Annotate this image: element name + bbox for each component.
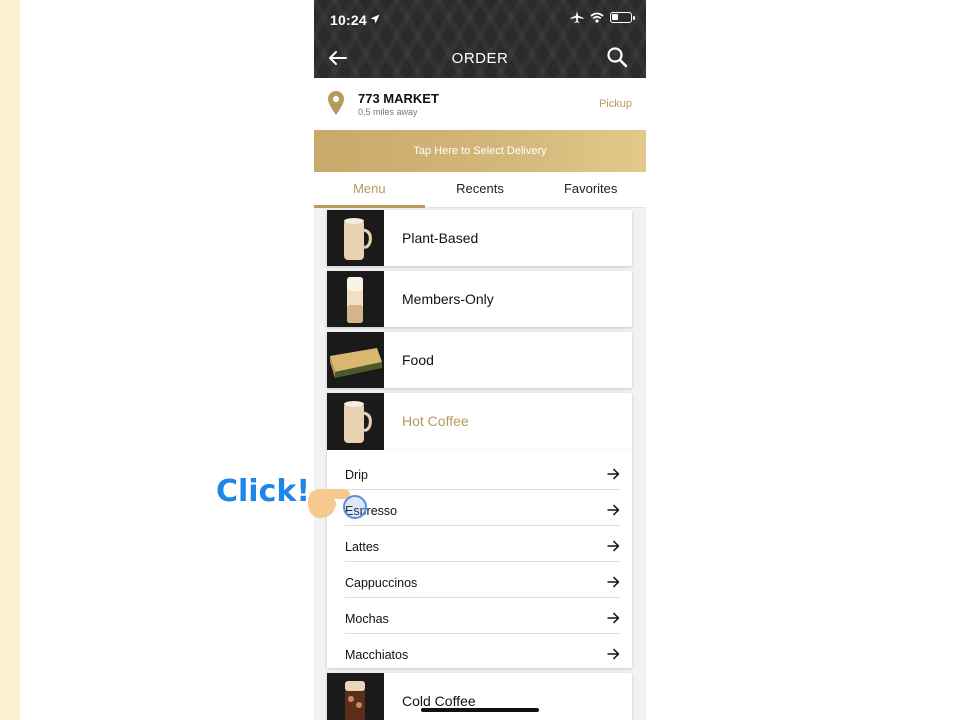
location-arrow-icon [370, 14, 380, 24]
submenu-label: Lattes [345, 540, 380, 554]
submenu-item-cappuccinos[interactable]: Cappuccinos [345, 562, 620, 598]
hot-coffee-submenu: Drip Espresso Lattes Cappuccinos Mochas … [327, 450, 632, 668]
category-label: Members-Only [402, 291, 494, 307]
latte-mug-icon [327, 210, 384, 266]
cold-brew-icon [327, 673, 384, 720]
category-cold-coffee[interactable]: Cold Coffee [327, 673, 632, 720]
category-label: Hot Coffee [402, 413, 469, 429]
tab-menu[interactable]: Menu [314, 172, 425, 208]
category-plant-based[interactable]: Plant-Based [327, 210, 632, 266]
submenu-item-espresso[interactable]: Espresso [345, 490, 620, 526]
status-icons [570, 11, 635, 23]
home-indicator[interactable] [421, 708, 539, 712]
menu-tabs: Menu Recents Favorites [314, 172, 646, 208]
sandwich-icon [327, 332, 384, 388]
submenu-item-drip[interactable]: Drip [345, 454, 620, 490]
category-label: Food [402, 352, 434, 368]
delivery-banner[interactable]: Tap Here to Select Delivery [314, 130, 646, 172]
category-hot-coffee[interactable]: Hot Coffee [327, 393, 632, 450]
submenu-item-mochas[interactable]: Mochas [345, 598, 620, 634]
battery-icon [610, 11, 635, 23]
click-hint-label: Click! [216, 474, 310, 509]
tab-recents[interactable]: Recents [425, 172, 536, 207]
arrow-right-icon [607, 576, 620, 588]
top-nav-bar: 10:24 ORDER [314, 0, 646, 78]
submenu-item-lattes[interactable]: Lattes [345, 526, 620, 562]
category-food[interactable]: Food [327, 332, 632, 388]
category-label: Plant-Based [402, 230, 479, 246]
iced-drink-icon [327, 271, 384, 327]
arrow-right-icon [607, 540, 620, 552]
search-icon[interactable] [606, 46, 628, 68]
left-margin-strip [0, 0, 20, 720]
latte-mug-icon [327, 393, 384, 450]
page-title: ORDER [451, 50, 509, 67]
arrow-right-icon [607, 612, 620, 624]
submenu-label: Cappuccinos [345, 576, 418, 590]
category-members-only[interactable]: Members-Only [327, 271, 632, 327]
phone-screen: 10:24 ORDER 773 MARKET 0,5 miles away Pi… [314, 0, 646, 720]
wifi-icon [590, 12, 604, 23]
submenu-item-macchiatos[interactable]: Macchiatos [345, 634, 620, 670]
submenu-label: Mochas [345, 612, 389, 626]
airplane-icon [570, 11, 584, 23]
pickup-button[interactable]: Pickup [599, 98, 632, 110]
submenu-label: Macchiatos [345, 648, 409, 662]
store-selector[interactable]: 773 MARKET 0,5 miles away Pickup [314, 78, 646, 130]
location-pin-icon [328, 91, 344, 115]
store-name: 773 MARKET [358, 91, 439, 106]
arrow-right-icon [607, 648, 620, 660]
store-distance: 0,5 miles away [358, 107, 418, 117]
arrow-right-icon [607, 468, 620, 480]
arrow-right-icon [607, 504, 620, 516]
tab-favorites[interactable]: Favorites [535, 172, 646, 207]
status-time: 10:24 [330, 12, 367, 28]
category-label: Cold Coffee [402, 693, 476, 709]
tap-indicator [343, 495, 367, 519]
